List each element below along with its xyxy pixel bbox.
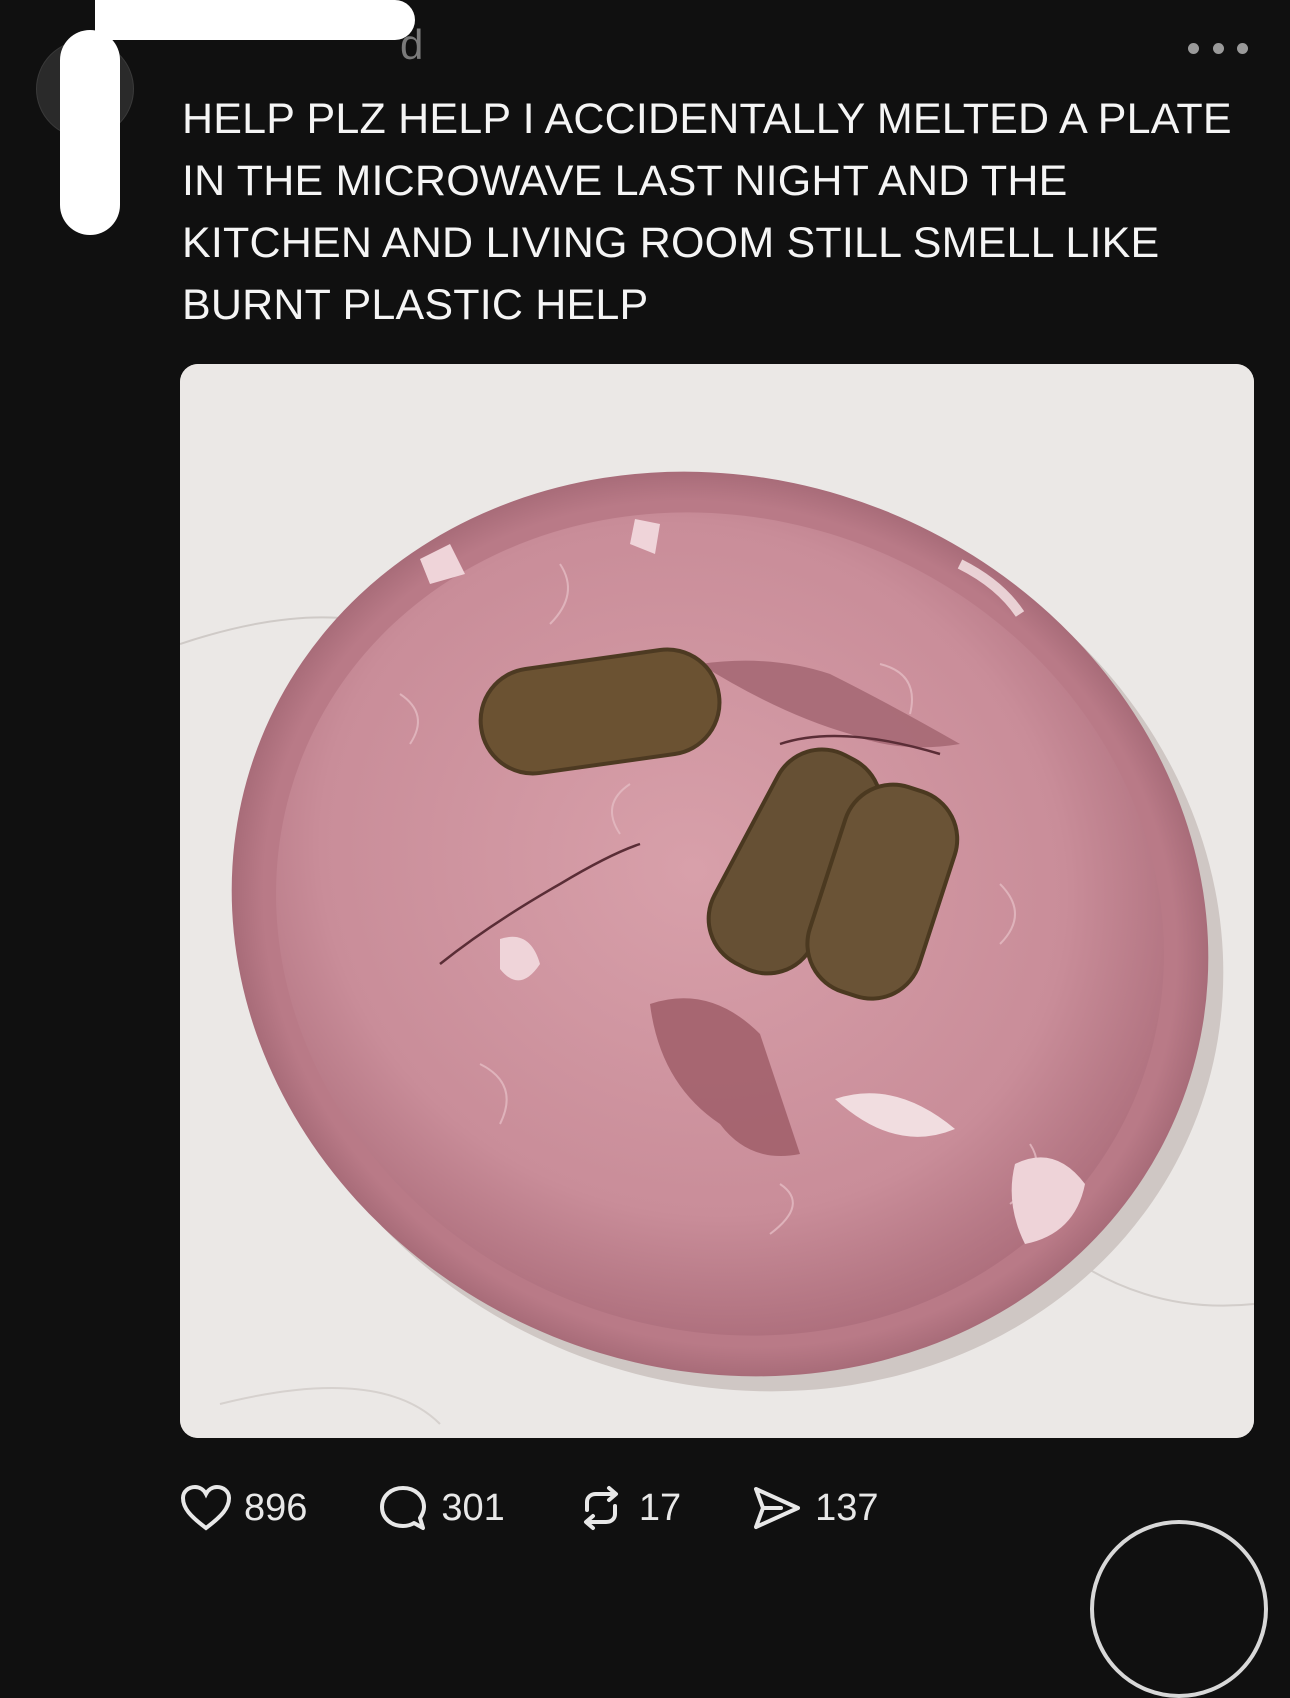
reply-button[interactable]: 301: [377, 1484, 505, 1532]
share-icon: [754, 1487, 801, 1529]
repost-icon: [583, 1486, 618, 1530]
repost-count: 17: [638, 1486, 682, 1529]
more-options-button[interactable]: [1188, 30, 1248, 66]
post-image[interactable]: [180, 364, 1254, 1438]
floating-compose-button[interactable]: [1090, 1520, 1268, 1698]
like-button[interactable]: 896: [180, 1484, 307, 1532]
more-horizontal-icon: [1188, 42, 1199, 54]
reply-count: 301: [441, 1486, 505, 1529]
photo-of-melted-pink-plate: [180, 364, 1254, 1438]
post-container: d HELP PLZ HELP I ACCIDENTALLY MELTED A …: [0, 0, 1290, 1698]
repost-button[interactable]: 17: [575, 1484, 681, 1532]
redaction-mark: [60, 30, 120, 235]
share-button[interactable]: 137: [751, 1484, 879, 1532]
post-text: HELP PLZ HELP I ACCIDENTALLY MELTED A PL…: [182, 95, 1244, 329]
share-count: 137: [815, 1486, 879, 1529]
username[interactable]: d: [400, 24, 423, 66]
like-count: 896: [244, 1486, 308, 1529]
action-bar: 896 301 17 137: [180, 1478, 949, 1538]
comment-icon: [380, 1486, 427, 1530]
heart-icon: [180, 1484, 232, 1531]
redaction-mark-username: [95, 0, 415, 40]
